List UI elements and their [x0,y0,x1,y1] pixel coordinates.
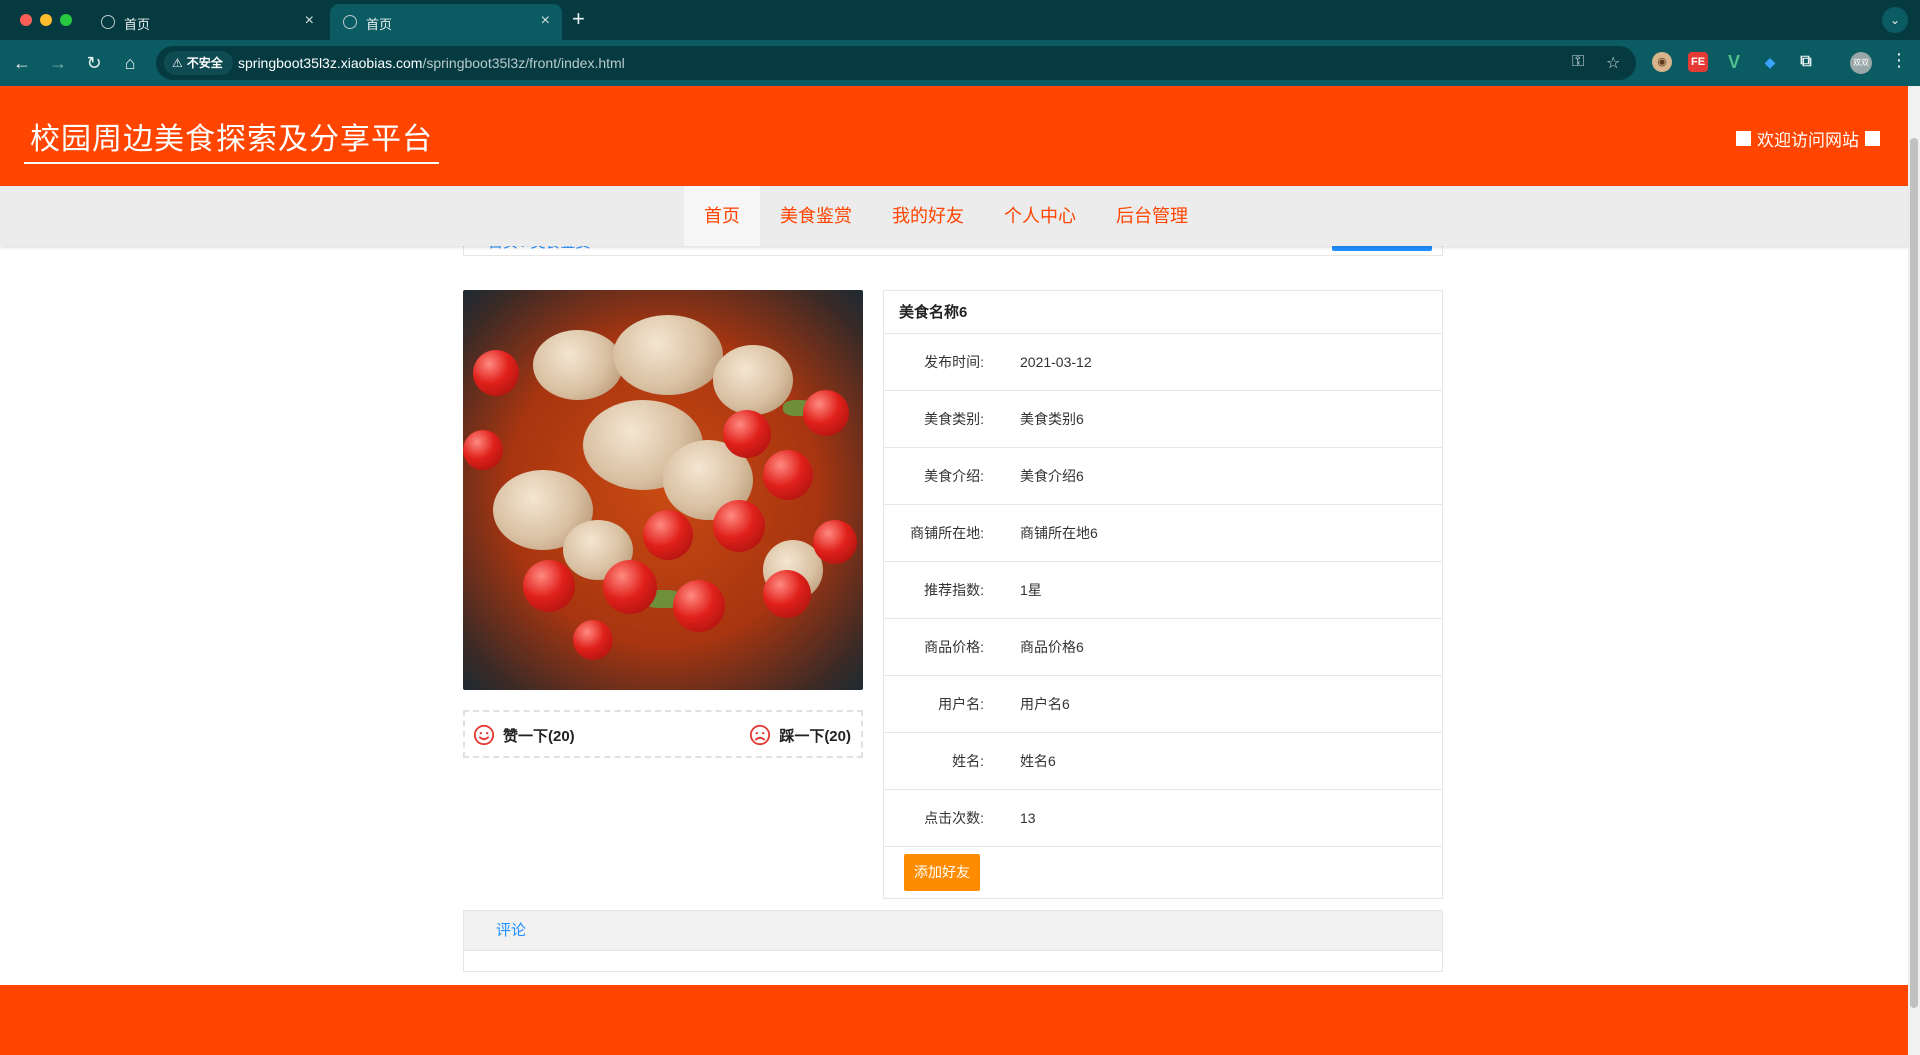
reload-icon[interactable]: ↻ [82,51,106,75]
main-nav: 首页 美食鉴赏 我的好友 个人中心 后台管理 [0,186,1908,246]
detail-label: 商铺所在地: [910,525,984,541]
welcome-text: 欢迎访问网站 [1757,131,1859,150]
detail-label: 点击次数: [924,810,984,826]
url-host: springboot35l3z.xiaobias.com [238,55,423,71]
tab-title: 首页 [124,17,151,32]
comment-section: 评论 [463,910,1443,972]
dislike-label: 踩一下(20) [779,727,851,745]
browser-tab-2[interactable]: 首页 × [330,4,562,40]
detail-value: 商铺所在地6 [1020,525,1098,541]
detail-actions: 添加好友 [884,847,1442,898]
owl-extension-icon[interactable]: ◉ [1652,52,1672,72]
forward-arrow-icon[interactable]: → [46,51,70,75]
detail-row-publish-time: 发布时间: 2021-03-12 [884,334,1442,391]
detail-value: 2021-03-12 [1020,354,1092,370]
browser-tab-strip: 首页 × 首页 × + ⌄ [0,0,1920,40]
window-minimize-button[interactable] [40,14,52,26]
fe-extension-icon[interactable]: FE [1688,52,1708,72]
detail-row-intro: 美食介绍: 美食介绍6 [884,448,1442,505]
insecure-label: 不安全 [186,56,223,70]
detail-row-username: 用户名: 用户名6 [884,676,1442,733]
detail-value: 商品价格6 [1020,639,1084,655]
site-footer [0,985,1908,1055]
security-indicator[interactable]: ⚠ 不安全 [164,51,233,75]
tab-close-icon[interactable]: × [541,12,550,30]
detail-label: 美食介绍: [924,468,984,484]
site-title: 校园周边美食探索及分享平台 [24,114,439,164]
detail-value: 姓名6 [1020,753,1056,769]
url-path: /springboot35l3z/front/index.html [422,55,625,71]
detail-value: 美食类别6 [1020,411,1084,427]
vote-box: 赞一下(20) 踩一下(20) [463,710,863,758]
detail-row-click-count: 点击次数: 13 [884,790,1442,847]
nav-item-admin[interactable]: 后台管理 [1096,186,1208,246]
extensions-puzzle-icon[interactable]: ⧉ [1796,52,1816,72]
warning-icon: ⚠ [172,56,183,70]
like-label: 赞一下(20) [503,727,575,745]
vue-devtools-icon[interactable]: V [1724,52,1744,72]
detail-value: 美食介绍6 [1020,468,1084,484]
detail-row-name: 姓名: 姓名6 [884,733,1442,790]
window-close-button[interactable] [20,14,32,26]
tab-title: 首页 [366,17,393,32]
like-button[interactable]: 赞一下(20) [473,724,575,746]
site-header: 校园周边美食探索及分享平台 欢迎访问网站 [0,86,1908,186]
scrollbar-thumb[interactable] [1910,138,1918,1008]
detail-row-price: 商品价格: 商品价格6 [884,619,1442,676]
page-viewport: 校园周边美食探索及分享平台 欢迎访问网站 首页 美食鉴赏 我的好友 个人中心 后… [0,86,1920,1055]
dislike-button[interactable]: 踩一下(20) [749,724,851,746]
detail-value: 1星 [1020,582,1042,598]
more-menu-icon[interactable]: ⋮ [1890,50,1908,71]
smile-icon [473,724,495,746]
page-scrollbar[interactable] [1908,86,1920,1055]
globe-icon [343,15,357,29]
nav-item-personal-center[interactable]: 个人中心 [984,186,1096,246]
detail-label: 推荐指数: [924,582,984,598]
food-photo [463,290,863,690]
tab-comments[interactable]: 评论 [496,911,526,951]
square-icon [1736,131,1751,146]
square-icon [1865,131,1880,146]
browser-tab-1[interactable]: 首页 × [88,4,326,40]
detail-row-rating: 推荐指数: 1星 [884,562,1442,619]
gem-extension-icon[interactable]: ◆ [1760,52,1780,72]
add-friend-button[interactable]: 添加好友 [904,854,980,891]
browser-toolbar: ← → ↻ ⌂ ⚠ 不安全 springboot35l3z.xiaobias.co… [0,40,1920,86]
globe-icon [101,15,115,29]
profile-avatar[interactable]: 双双 [1850,52,1872,74]
new-tab-button[interactable]: + [572,7,585,31]
detail-value: 13 [1020,810,1036,826]
nav-item-home[interactable]: 首页 [684,186,760,246]
detail-label: 美食类别: [924,411,984,427]
tab-search-button[interactable]: ⌄ [1882,7,1908,33]
url-text[interactable]: springboot35l3z.xiaobias.com/springboot3… [238,55,625,71]
nav-item-my-friends[interactable]: 我的好友 [872,186,984,246]
detail-value: 用户名6 [1020,696,1070,712]
detail-label: 商品价格: [924,639,984,655]
back-arrow-icon[interactable]: ← [10,51,34,75]
home-icon[interactable]: ⌂ [118,51,142,75]
detail-label: 用户名: [938,696,984,712]
food-detail-table: 美食名称6 发布时间: 2021-03-12 美食类别: 美食类别6 美食介绍:… [883,290,1443,899]
frown-icon [750,724,771,746]
comment-tabs: 评论 [464,911,1442,951]
bookmark-star-icon[interactable]: ☆ [1606,53,1620,73]
nav-item-food-review[interactable]: 美食鉴赏 [760,186,872,246]
detail-label: 姓名: [952,753,984,769]
tab-close-icon[interactable]: × [305,12,314,30]
key-icon[interactable]: ⚿ [1572,53,1584,71]
address-bar[interactable]: ⚠ 不安全 springboot35l3z.xiaobias.com/spring… [156,46,1636,80]
detail-label: 发布时间: [924,354,984,370]
detail-row-shop-location: 商铺所在地: 商铺所在地6 [884,505,1442,562]
detail-row-category: 美食类别: 美食类别6 [884,391,1442,448]
food-name: 美食名称6 [884,291,1442,334]
welcome-banner: 欢迎访问网站 [1736,126,1880,151]
window-zoom-button[interactable] [60,14,72,26]
